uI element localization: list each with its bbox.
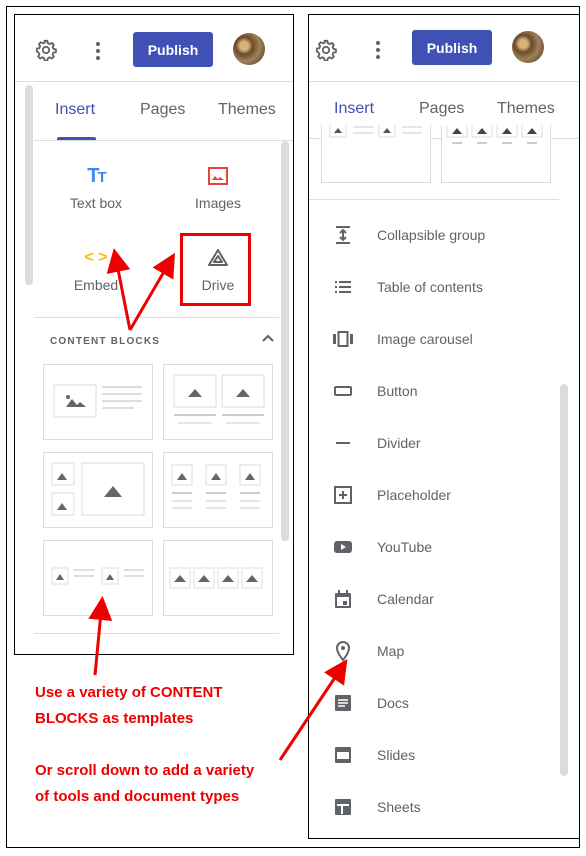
divider (309, 199, 559, 200)
annotation-content-blocks: Use a variety of CONTENT BLOCKS as templa… (35, 680, 223, 732)
annotation-line: of tools and document types (35, 788, 240, 805)
content-scrollbar[interactable] (560, 384, 568, 776)
image-icon (163, 163, 273, 189)
active-tab-indicator (57, 137, 96, 140)
publish-button[interactable]: Publish (133, 32, 213, 67)
divider (34, 317, 279, 318)
component-map[interactable]: Map (331, 639, 404, 663)
slides-icon (331, 743, 355, 767)
component-label: Button (377, 383, 418, 399)
embed-icon: < > (84, 249, 108, 266)
component-divider[interactable]: Divider (331, 431, 421, 455)
component-calendar[interactable]: Calendar (331, 587, 434, 611)
text-box-icon: TT (87, 164, 106, 187)
component-label: Calendar (377, 591, 434, 607)
highlight-box-drive (180, 233, 251, 306)
component-label: Docs (377, 695, 409, 711)
more-options-icon[interactable] (376, 41, 380, 62)
component-label: Sheets (377, 799, 421, 815)
tab-insert[interactable]: Insert (334, 100, 374, 118)
more-options-icon[interactable] (96, 42, 100, 63)
calendar-icon (331, 587, 355, 611)
content-block-tile[interactable] (441, 122, 551, 183)
component-docs[interactable]: Docs (331, 691, 409, 715)
content-block-tile[interactable] (163, 364, 273, 440)
component-label: Placeholder (377, 487, 451, 503)
chevron-up-icon[interactable] (261, 333, 275, 343)
content-blocks-heading: CONTENT BLOCKS (50, 336, 161, 347)
tab-insert[interactable]: Insert (55, 101, 95, 119)
annotation-scroll-down: Or scroll down to add a variety of tools … (35, 758, 254, 810)
tab-pages[interactable]: Pages (140, 101, 185, 119)
component-sheets[interactable]: Sheets (331, 795, 421, 819)
content-scrollbar[interactable] (281, 141, 289, 541)
placeholder-icon (331, 483, 355, 507)
tool-label: Embed (73, 277, 119, 293)
tool-images[interactable]: Images (163, 163, 273, 211)
component-label: Image carousel (377, 331, 473, 347)
left-scrollbar[interactable] (25, 85, 33, 285)
component-button[interactable]: Button (331, 379, 417, 403)
component-label: Collapsible group (377, 227, 486, 243)
component-label: Divider (377, 435, 421, 451)
youtube-icon (331, 535, 355, 559)
tab-themes[interactable]: Themes (497, 100, 555, 118)
tool-label: Text box (69, 195, 123, 211)
table-of-contents-icon (331, 275, 355, 299)
avatar[interactable] (512, 31, 544, 63)
tab-themes[interactable]: Themes (218, 101, 276, 119)
component-image-carousel[interactable]: Image carousel (331, 327, 473, 351)
content-block-tile[interactable] (321, 122, 431, 183)
tab-bar: Insert Pages Themes (34, 82, 293, 141)
tab-pages[interactable]: Pages (419, 100, 464, 118)
component-collapsible-group[interactable]: Collapsible group (331, 223, 485, 247)
component-slides[interactable]: Slides (331, 743, 415, 767)
map-pin-icon (331, 639, 355, 663)
button-icon (331, 379, 355, 403)
content-block-tile[interactable] (43, 540, 153, 616)
component-label: Table of contents (377, 279, 483, 295)
insert-panel-right: Publish Insert Pages Themes Collapsible … (308, 14, 580, 839)
settings-gear-icon[interactable] (315, 39, 337, 61)
annotation-line: Or scroll down to add a variety (35, 762, 255, 779)
divider-icon (331, 431, 355, 455)
insert-panel-left: Publish Insert Pages Themes TT Text box … (14, 14, 294, 655)
sheets-icon (331, 795, 355, 819)
annotation-line: BLOCKS as templates (35, 710, 194, 727)
content-block-tile[interactable] (163, 452, 273, 528)
tool-embed[interactable]: < > Embed (41, 245, 151, 293)
panel-header: Publish (309, 15, 579, 82)
annotation-line: Use a variety of CONTENT (35, 684, 223, 701)
avatar[interactable] (233, 33, 265, 65)
image-carousel-icon (331, 327, 355, 351)
content-block-tile[interactable] (43, 364, 153, 440)
component-label: Map (377, 643, 405, 659)
content-block-tile[interactable] (43, 452, 153, 528)
tool-label: Images (195, 195, 241, 211)
docs-icon (331, 691, 355, 715)
component-label: Slides (377, 747, 416, 763)
tool-text-box[interactable]: TT Text box (41, 163, 151, 212)
publish-button[interactable]: Publish (412, 30, 492, 65)
divider (34, 633, 279, 634)
component-label: YouTube (377, 539, 433, 555)
component-placeholder[interactable]: Placeholder (331, 483, 451, 507)
component-youtube[interactable]: YouTube (331, 535, 432, 559)
panel-header: Publish (15, 15, 293, 82)
settings-gear-icon[interactable] (35, 39, 57, 61)
component-table-of-contents[interactable]: Table of contents (331, 275, 483, 299)
content-block-tile[interactable] (163, 540, 273, 616)
collapsible-group-icon (331, 223, 355, 247)
